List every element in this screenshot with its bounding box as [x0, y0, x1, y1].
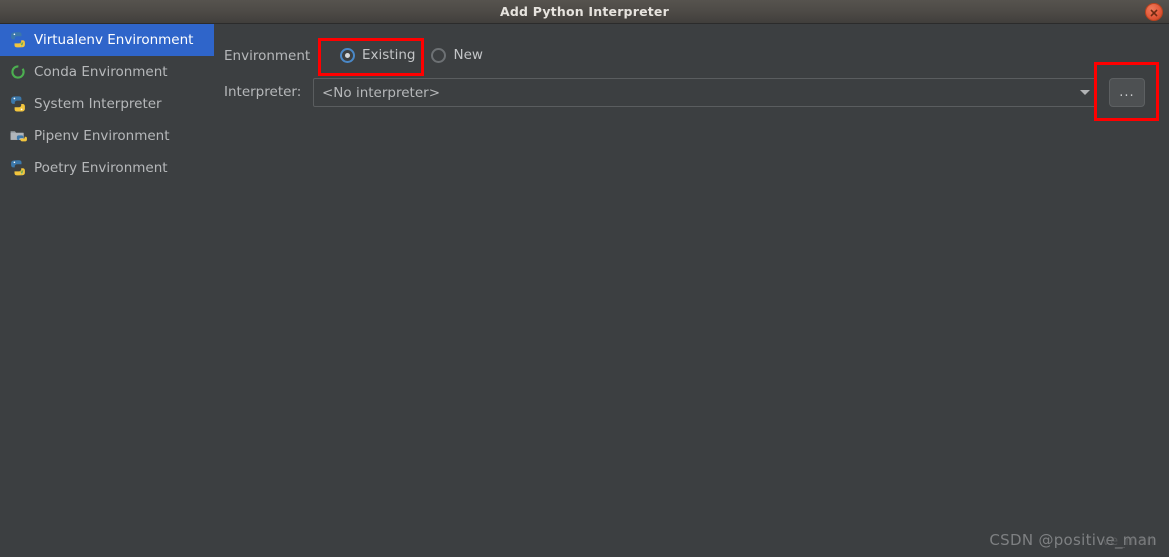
- radio-new[interactable]: New: [431, 47, 483, 63]
- folder-python-icon: [8, 126, 28, 146]
- interpreter-value: <No interpreter>: [322, 84, 441, 101]
- environment-type-list: Virtualenv Environment Conda Environment…: [0, 24, 214, 557]
- watermark: CSDN @positive_man ve_man: [989, 531, 1157, 549]
- sidebar-item-label: Pipenv Environment: [34, 128, 170, 144]
- sidebar-item-system-interpreter[interactable]: System Interpreter: [0, 88, 214, 120]
- environment-radio-group: Existing New: [340, 47, 499, 63]
- python-virtualenv-icon: [8, 30, 28, 50]
- radio-new-label: New: [453, 47, 483, 63]
- sidebar-item-virtualenv-environment[interactable]: Virtualenv Environment: [0, 24, 214, 56]
- sidebar-item-poetry-environment[interactable]: Poetry Environment: [0, 152, 214, 184]
- python-icon: [8, 94, 28, 114]
- radio-existing-label: Existing: [362, 47, 416, 63]
- close-icon[interactable]: [1145, 3, 1163, 21]
- radio-existing-mark: [340, 47, 355, 63]
- interpreter-label: Interpreter:: [224, 84, 302, 100]
- interpreter-form-panel: Environment Existing New Interpreter: <N…: [214, 24, 1169, 557]
- interpreter-combobox[interactable]: <No interpreter>: [313, 78, 1097, 107]
- sidebar-item-label: Virtualenv Environment: [34, 32, 194, 48]
- conda-ring-icon: [8, 62, 28, 82]
- sidebar-item-pipenv-environment[interactable]: Pipenv Environment: [0, 120, 214, 152]
- watermark-ghost-text: ve_man: [1102, 534, 1155, 549]
- environment-label: Environment: [224, 48, 311, 64]
- radio-new-mark: [431, 47, 447, 63]
- sidebar-item-label: Poetry Environment: [34, 160, 168, 176]
- window-titlebar: Add Python Interpreter: [0, 0, 1169, 24]
- ellipsis-icon: ...: [1119, 84, 1135, 100]
- window-title: Add Python Interpreter: [500, 4, 669, 19]
- radio-existing[interactable]: Existing: [340, 47, 415, 63]
- python-virtualenv-icon: [8, 158, 28, 178]
- browse-interpreter-button[interactable]: ...: [1109, 78, 1145, 107]
- sidebar-item-label: Conda Environment: [34, 64, 168, 80]
- chevron-down-icon[interactable]: [1080, 90, 1090, 95]
- sidebar-item-label: System Interpreter: [34, 96, 162, 112]
- sidebar-item-conda-environment[interactable]: Conda Environment: [0, 56, 214, 88]
- add-python-interpreter-dialog: Add Python Interpreter Virtualenv Enviro…: [0, 0, 1169, 557]
